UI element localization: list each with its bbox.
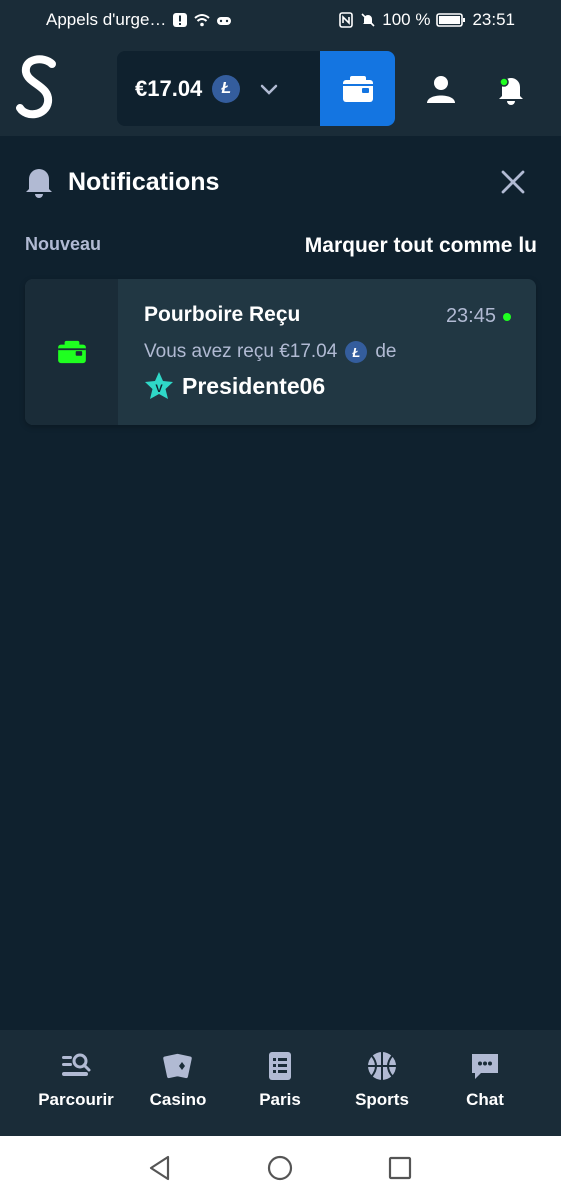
notification-body-prefix: Vous avez reçu €17.04 xyxy=(144,341,338,362)
status-bar: Appels d'urge… 100 % 23:51 xyxy=(0,0,561,42)
battery-percent: 100 % xyxy=(382,10,431,29)
notification-sender[interactable]: V Presidente06 xyxy=(144,371,325,401)
nav-item-sports[interactable]: Sports xyxy=(332,1050,432,1110)
clock: 23:51 xyxy=(472,10,515,29)
nav-label-sports: Sports xyxy=(355,1090,409,1109)
close-icon[interactable] xyxy=(497,166,529,198)
litecoin-icon: Ł xyxy=(212,74,241,103)
notifications-button[interactable] xyxy=(490,68,532,110)
mark-all-read-button[interactable]: Marquer tout comme lu xyxy=(305,234,537,258)
system-nav-bar xyxy=(0,1136,561,1200)
notification-icon-area xyxy=(25,279,118,425)
nav-label-browse: Parcourir xyxy=(38,1090,114,1109)
app-header: €17.04 Ł xyxy=(0,42,561,136)
nav-label-bets: Paris xyxy=(259,1090,301,1109)
basketball-icon xyxy=(368,1052,396,1080)
chat-icon xyxy=(472,1054,498,1079)
alert-icon xyxy=(173,13,188,27)
mute-bell-icon xyxy=(361,13,375,27)
sender-name: Presidente06 xyxy=(182,372,326,399)
litecoin-icon: Ł xyxy=(345,341,368,363)
carrier-text: Appels d'urge… xyxy=(46,10,167,29)
vip-star-icon: V xyxy=(145,372,173,399)
nav-label-casino: Casino xyxy=(149,1090,207,1109)
wifi-icon xyxy=(194,14,211,27)
browse-icon xyxy=(62,1053,91,1076)
nav-item-casino[interactable]: Casino xyxy=(128,1050,228,1110)
list-icon xyxy=(269,1052,291,1080)
battery-icon xyxy=(436,13,466,27)
vip-badge-letter: V xyxy=(155,383,163,395)
notification-body: Vous avez reçu €17.04 Ł de xyxy=(144,341,396,363)
section-row: Nouveau Marquer tout comme lu xyxy=(25,230,537,262)
unread-dot xyxy=(503,313,511,321)
nav-label-chat: Chat xyxy=(466,1090,504,1109)
game-controller-icon xyxy=(217,17,232,25)
logo[interactable] xyxy=(16,54,62,124)
cards-icon xyxy=(163,1053,192,1079)
wallet-button[interactable] xyxy=(320,51,395,126)
bell-icon xyxy=(499,77,523,105)
notification-time: 23:45 xyxy=(445,305,496,327)
nav-item-chat[interactable]: Chat xyxy=(435,1050,535,1110)
notification-body-suffix: de xyxy=(375,341,397,362)
nfc-icon xyxy=(339,12,354,28)
profile-button[interactable] xyxy=(420,68,462,110)
wallet-icon xyxy=(342,75,373,102)
user-icon xyxy=(427,76,455,103)
chevron-down-icon xyxy=(261,84,278,95)
balance-selector[interactable]: €17.04 Ł xyxy=(117,51,322,126)
recents-icon[interactable] xyxy=(386,1154,414,1182)
nav-item-browse[interactable]: Parcourir xyxy=(26,1050,126,1110)
section-label-new: Nouveau xyxy=(25,234,102,254)
bottom-nav: Parcourir Casino Paris Sports Chat xyxy=(0,1030,561,1136)
back-icon[interactable] xyxy=(146,1154,174,1182)
notification-item[interactable]: Pourboire Reçu 23:45 Vous avez reçu €17.… xyxy=(25,279,536,425)
balance-amount: €17.04 xyxy=(135,75,203,101)
wallet-icon xyxy=(57,340,86,364)
home-icon[interactable] xyxy=(266,1154,294,1182)
bell-icon xyxy=(26,169,52,198)
notification-title: Pourboire Reçu xyxy=(144,303,301,326)
page-title: Notifications xyxy=(68,167,220,196)
nav-item-bets[interactable]: Paris xyxy=(230,1050,330,1110)
notifications-header: Notifications xyxy=(24,160,537,204)
